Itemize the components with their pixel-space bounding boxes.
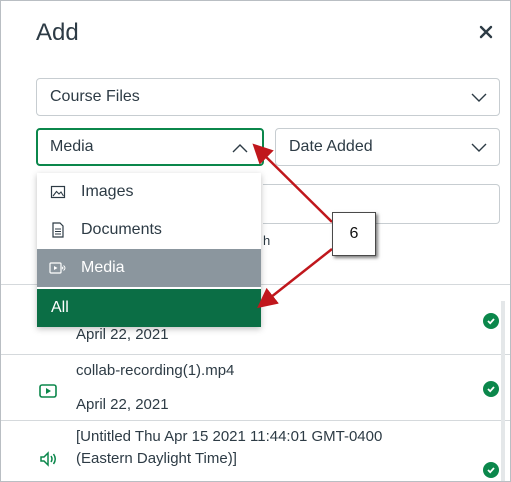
file-name: collab-recording(1).mp4 (76, 362, 235, 379)
annotation-callout: 6 (332, 212, 376, 256)
file-date: April 22, 2021 (76, 326, 169, 343)
file-date: April 22, 2021 (76, 396, 169, 413)
menu-item-media[interactable]: Media (37, 249, 261, 287)
search-input[interactable] (263, 184, 500, 224)
content-type-select[interactable]: Media (36, 128, 264, 166)
file-list-item[interactable]: [Untitled Thu Apr 15 2021 11:44:01 GMT-0… (1, 420, 510, 481)
menu-item-documents[interactable]: Documents (37, 211, 261, 249)
close-button[interactable] (477, 21, 495, 43)
check-circle-icon (483, 313, 499, 329)
add-dialog: Add Course Files Media Date Added h Apri… (0, 0, 511, 482)
chevron-down-icon (471, 143, 487, 152)
menu-item-all[interactable]: All (37, 289, 261, 327)
document-icon (49, 221, 67, 239)
content-type-select-value: Media (50, 138, 94, 155)
check-circle-icon (483, 381, 499, 397)
sort-select-value: Date Added (289, 138, 373, 155)
chevron-up-icon (232, 144, 248, 153)
media-icon (49, 259, 67, 277)
menu-item-images[interactable]: Images (37, 173, 261, 211)
video-icon (39, 384, 57, 398)
menu-item-label: All (51, 299, 69, 316)
menu-item-label: Images (81, 183, 134, 200)
course-files-select-value: Course Files (50, 88, 140, 105)
sort-select[interactable]: Date Added (275, 128, 500, 166)
dialog-title: Add (36, 19, 79, 46)
close-icon (479, 25, 493, 39)
audio-icon (40, 451, 56, 467)
menu-item-label: Media (81, 259, 125, 276)
file-date: (Eastern Daylight Time)] (76, 450, 237, 467)
search-hint-text: h (263, 233, 271, 248)
course-files-select[interactable]: Course Files (36, 78, 500, 116)
file-list-item[interactable]: collab-recording(1).mp4 April 22, 2021 (1, 354, 510, 420)
file-name: [Untitled Thu Apr 15 2021 11:44:01 GMT-0… (76, 428, 383, 445)
menu-item-label: Documents (81, 221, 162, 238)
chevron-down-icon (471, 93, 487, 102)
check-circle-icon (483, 462, 499, 478)
content-type-dropdown: Images Documents Media All (37, 173, 261, 327)
image-icon (49, 183, 67, 201)
